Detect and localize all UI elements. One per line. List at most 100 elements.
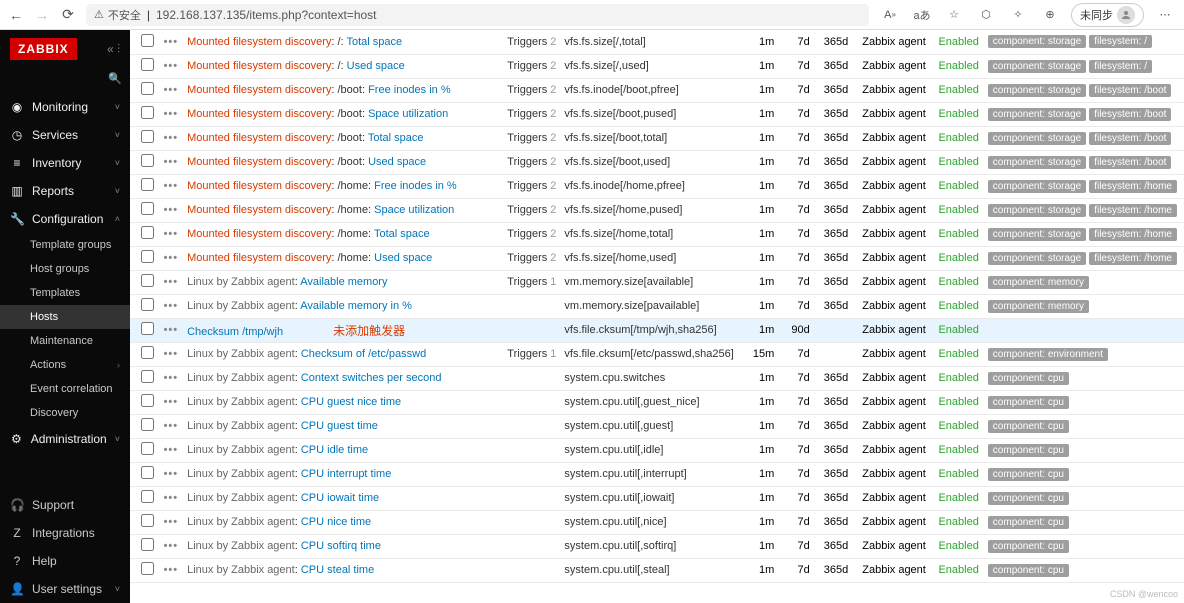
tag[interactable]: component: storage <box>988 60 1086 73</box>
status-link[interactable]: Enabled <box>938 444 978 456</box>
triggers-link[interactable]: Triggers <box>507 348 547 360</box>
row-checkbox[interactable] <box>141 490 154 503</box>
tag[interactable]: filesystem: / <box>1089 60 1152 73</box>
nav-sub-discovery[interactable]: Discovery <box>0 401 130 425</box>
row-menu-icon[interactable]: ••• <box>159 270 183 294</box>
nav-administration[interactable]: ⚙Administration˅ <box>0 425 130 453</box>
row-menu-icon[interactable]: ••• <box>159 486 183 510</box>
tag[interactable]: component: cpu <box>988 492 1069 505</box>
row-checkbox[interactable] <box>141 370 154 383</box>
row-checkbox[interactable] <box>141 106 154 119</box>
discovery-link[interactable]: Mounted filesystem discovery <box>187 132 331 144</box>
status-link[interactable]: Enabled <box>938 540 978 552</box>
tag[interactable]: component: storage <box>988 84 1086 97</box>
row-checkbox[interactable] <box>141 82 154 95</box>
item-link[interactable]: Space utilization <box>374 204 454 216</box>
status-link[interactable]: Enabled <box>938 228 978 240</box>
discovery-link[interactable]: Mounted filesystem discovery <box>187 60 331 72</box>
collections-icon[interactable]: ⊕ <box>1039 4 1061 26</box>
row-checkbox[interactable] <box>141 322 154 335</box>
item-link[interactable]: Checksum /tmp/wjh <box>187 326 283 338</box>
triggers-link[interactable]: Triggers <box>507 84 547 96</box>
row-menu-icon[interactable]: ••• <box>159 198 183 222</box>
row-checkbox[interactable] <box>141 250 154 263</box>
status-link[interactable]: Enabled <box>938 420 978 432</box>
discovery-link[interactable]: Mounted filesystem discovery <box>187 108 331 120</box>
status-link[interactable]: Enabled <box>938 36 978 48</box>
address-bar[interactable]: ⚠ 不安全 | 192.168.137.135/items.php?contex… <box>86 4 869 26</box>
row-menu-icon[interactable]: ••• <box>159 150 183 174</box>
item-link[interactable]: CPU guest time <box>301 420 378 432</box>
item-link[interactable]: CPU nice time <box>301 516 371 528</box>
status-link[interactable]: Enabled <box>938 180 978 192</box>
nav-support[interactable]: 🎧Support <box>0 491 130 519</box>
status-link[interactable]: Enabled <box>938 132 978 144</box>
discovery-link[interactable]: Linux by Zabbix agent <box>187 276 295 288</box>
discovery-link[interactable]: Linux by Zabbix agent <box>187 492 295 504</box>
item-link[interactable]: CPU guest nice time <box>301 396 401 408</box>
triggers-link[interactable]: Triggers <box>507 204 547 216</box>
tag[interactable]: component: cpu <box>988 468 1069 481</box>
row-menu-icon[interactable]: ••• <box>159 174 183 198</box>
nav-services[interactable]: ◷Services˅ <box>0 121 130 149</box>
tag[interactable]: filesystem: /boot <box>1089 156 1171 169</box>
row-checkbox[interactable] <box>141 274 154 287</box>
status-link[interactable]: Enabled <box>938 108 978 120</box>
sync-status[interactable]: 未同步 <box>1071 3 1144 27</box>
discovery-link[interactable]: Linux by Zabbix agent <box>187 300 295 312</box>
status-link[interactable]: Enabled <box>938 372 978 384</box>
status-link[interactable]: Enabled <box>938 156 978 168</box>
tag[interactable]: filesystem: /home <box>1089 204 1177 217</box>
status-link[interactable]: Enabled <box>938 60 978 72</box>
row-menu-icon[interactable]: ••• <box>159 318 183 342</box>
discovery-link[interactable]: Linux by Zabbix agent <box>187 564 295 576</box>
tag[interactable]: filesystem: /boot <box>1089 84 1171 97</box>
row-menu-icon[interactable]: ••• <box>159 294 183 318</box>
forward-button[interactable]: → <box>34 7 50 23</box>
row-menu-icon[interactable]: ••• <box>159 126 183 150</box>
tag[interactable]: component: storage <box>988 108 1086 121</box>
nav-monitoring[interactable]: ◉Monitoring˅ <box>0 93 130 121</box>
tag[interactable]: component: cpu <box>988 396 1069 409</box>
row-checkbox[interactable] <box>141 394 154 407</box>
row-menu-icon[interactable]: ••• <box>159 342 183 366</box>
row-checkbox[interactable] <box>141 514 154 527</box>
nav-sub-event-correlation[interactable]: Event correlation <box>0 377 130 401</box>
item-link[interactable]: Available memory <box>300 276 387 288</box>
tag[interactable]: filesystem: /home <box>1089 252 1177 265</box>
item-link[interactable]: CPU interrupt time <box>301 468 391 480</box>
row-checkbox[interactable] <box>141 178 154 191</box>
status-link[interactable]: Enabled <box>938 300 978 312</box>
row-checkbox[interactable] <box>141 562 154 575</box>
status-link[interactable]: Enabled <box>938 204 978 216</box>
discovery-link[interactable]: Linux by Zabbix agent <box>187 516 295 528</box>
discovery-link[interactable]: Mounted filesystem discovery <box>187 84 331 96</box>
nav-reports[interactable]: ▥Reports˅ <box>0 177 130 205</box>
row-checkbox[interactable] <box>141 466 154 479</box>
status-link[interactable]: Enabled <box>938 84 978 96</box>
tag[interactable]: component: storage <box>988 132 1086 145</box>
favorites-bar-icon[interactable]: ✧ <box>1007 4 1029 26</box>
discovery-link[interactable]: Linux by Zabbix agent <box>187 372 295 384</box>
row-menu-icon[interactable]: ••• <box>159 390 183 414</box>
triggers-link[interactable]: Triggers <box>507 276 547 288</box>
tag[interactable]: component: cpu <box>988 420 1069 433</box>
tag[interactable]: component: memory <box>988 276 1089 289</box>
zabbix-logo[interactable]: ZABBIX <box>10 38 77 60</box>
favorite-icon[interactable]: ☆ <box>943 4 965 26</box>
item-link[interactable]: Used space <box>347 60 405 72</box>
triggers-link[interactable]: Triggers <box>507 228 547 240</box>
row-menu-icon[interactable]: ••• <box>159 462 183 486</box>
item-link[interactable]: Total space <box>346 36 402 48</box>
row-checkbox[interactable] <box>141 154 154 167</box>
row-menu-icon[interactable]: ••• <box>159 78 183 102</box>
nav-sub-templates[interactable]: Templates <box>0 281 130 305</box>
discovery-link[interactable]: Mounted filesystem discovery <box>187 180 331 192</box>
row-checkbox[interactable] <box>141 58 154 71</box>
discovery-link[interactable]: Mounted filesystem discovery <box>187 204 331 216</box>
row-checkbox[interactable] <box>141 418 154 431</box>
row-checkbox[interactable] <box>141 226 154 239</box>
refresh-button[interactable]: ⟳ <box>60 7 76 23</box>
nav-configuration[interactable]: 🔧Configuration˄ <box>0 205 130 233</box>
triggers-link[interactable]: Triggers <box>507 132 547 144</box>
